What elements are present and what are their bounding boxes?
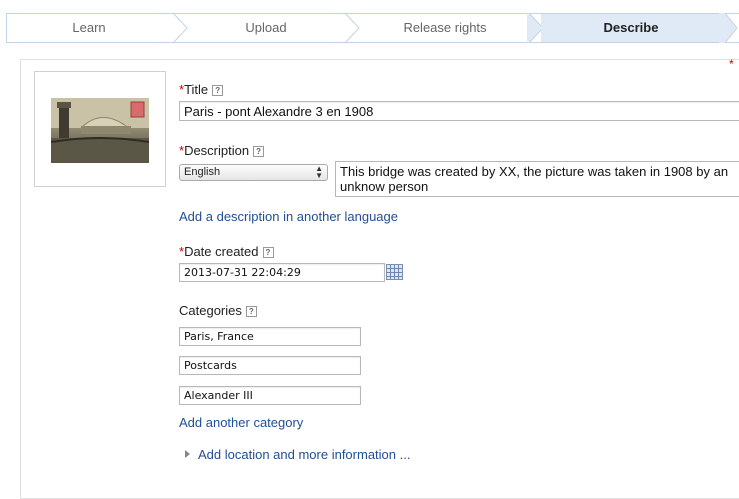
help-icon[interactable]: ? (245, 306, 257, 317)
add-description-link[interactable]: Add a description in another language (179, 209, 398, 224)
file-thumbnail[interactable] (51, 98, 149, 163)
description-value: This bridge was created by XX, the pictu… (340, 164, 729, 194)
title-label-text: Title (184, 82, 209, 97)
description-language-select[interactable]: English ▲ ▼ (179, 164, 328, 181)
postcard-image-icon (51, 98, 149, 163)
category-input[interactable]: Paris, France (179, 327, 361, 346)
help-icon[interactable]: ? (253, 146, 265, 157)
required-indicator: * (729, 57, 734, 71)
step-learn-label: Learn (72, 20, 106, 35)
category-value: Postcards (184, 359, 237, 372)
category-input[interactable]: Postcards (179, 356, 361, 375)
categories-label: Categories? (179, 303, 257, 318)
categories-label-text: Categories (179, 303, 242, 318)
category-value: Paris, France (184, 330, 254, 343)
date-created-input[interactable]: 2013-07-31 22:04:29 (179, 263, 385, 282)
description-textarea[interactable]: This bridge was created by XX, the pictu… (335, 161, 739, 197)
step-separator-icon (172, 13, 188, 43)
file-thumbnail-frame (34, 71, 166, 187)
help-icon[interactable]: ? (212, 85, 224, 96)
step-describe-label: Describe (603, 20, 659, 35)
calendar-icon[interactable] (386, 264, 403, 280)
step-active-arrow-icon (719, 13, 738, 43)
step-separator-icon (344, 13, 360, 43)
step-release-rights[interactable]: Release rights (361, 14, 529, 42)
step-describe[interactable]: Describe (541, 14, 721, 42)
title-label: *Title? (179, 82, 224, 97)
date-created-label-text: Date created (184, 244, 259, 259)
help-icon[interactable]: ? (262, 247, 274, 258)
language-select-value: English (184, 166, 221, 178)
step-upload-label: Upload (245, 20, 287, 35)
category-input[interactable]: Alexander III (179, 386, 361, 405)
description-label: *Description? (179, 143, 265, 158)
upload-wizard-steps: Learn Upload Release rights Describe (6, 13, 739, 43)
add-location-more-info-link[interactable]: Add location and more information ... (198, 447, 410, 462)
expand-triangle-icon[interactable] (185, 450, 190, 458)
step-release-rights-label: Release rights (403, 20, 487, 35)
category-value: Alexander III (184, 389, 253, 402)
title-input[interactable]: Paris - pont Alexandre 3 en 1908 (179, 101, 739, 121)
add-category-link[interactable]: Add another category (179, 415, 303, 430)
date-created-value: 2013-07-31 22:04:29 (184, 266, 301, 279)
description-label-text: Description (184, 143, 250, 158)
select-arrows-icon: ▲ ▼ (315, 164, 323, 180)
step-upload[interactable]: Upload (189, 14, 343, 42)
date-created-label: *Date created? (179, 244, 274, 259)
step-learn[interactable]: Learn (7, 14, 171, 42)
title-input-value: Paris - pont Alexandre 3 en 1908 (184, 104, 374, 119)
